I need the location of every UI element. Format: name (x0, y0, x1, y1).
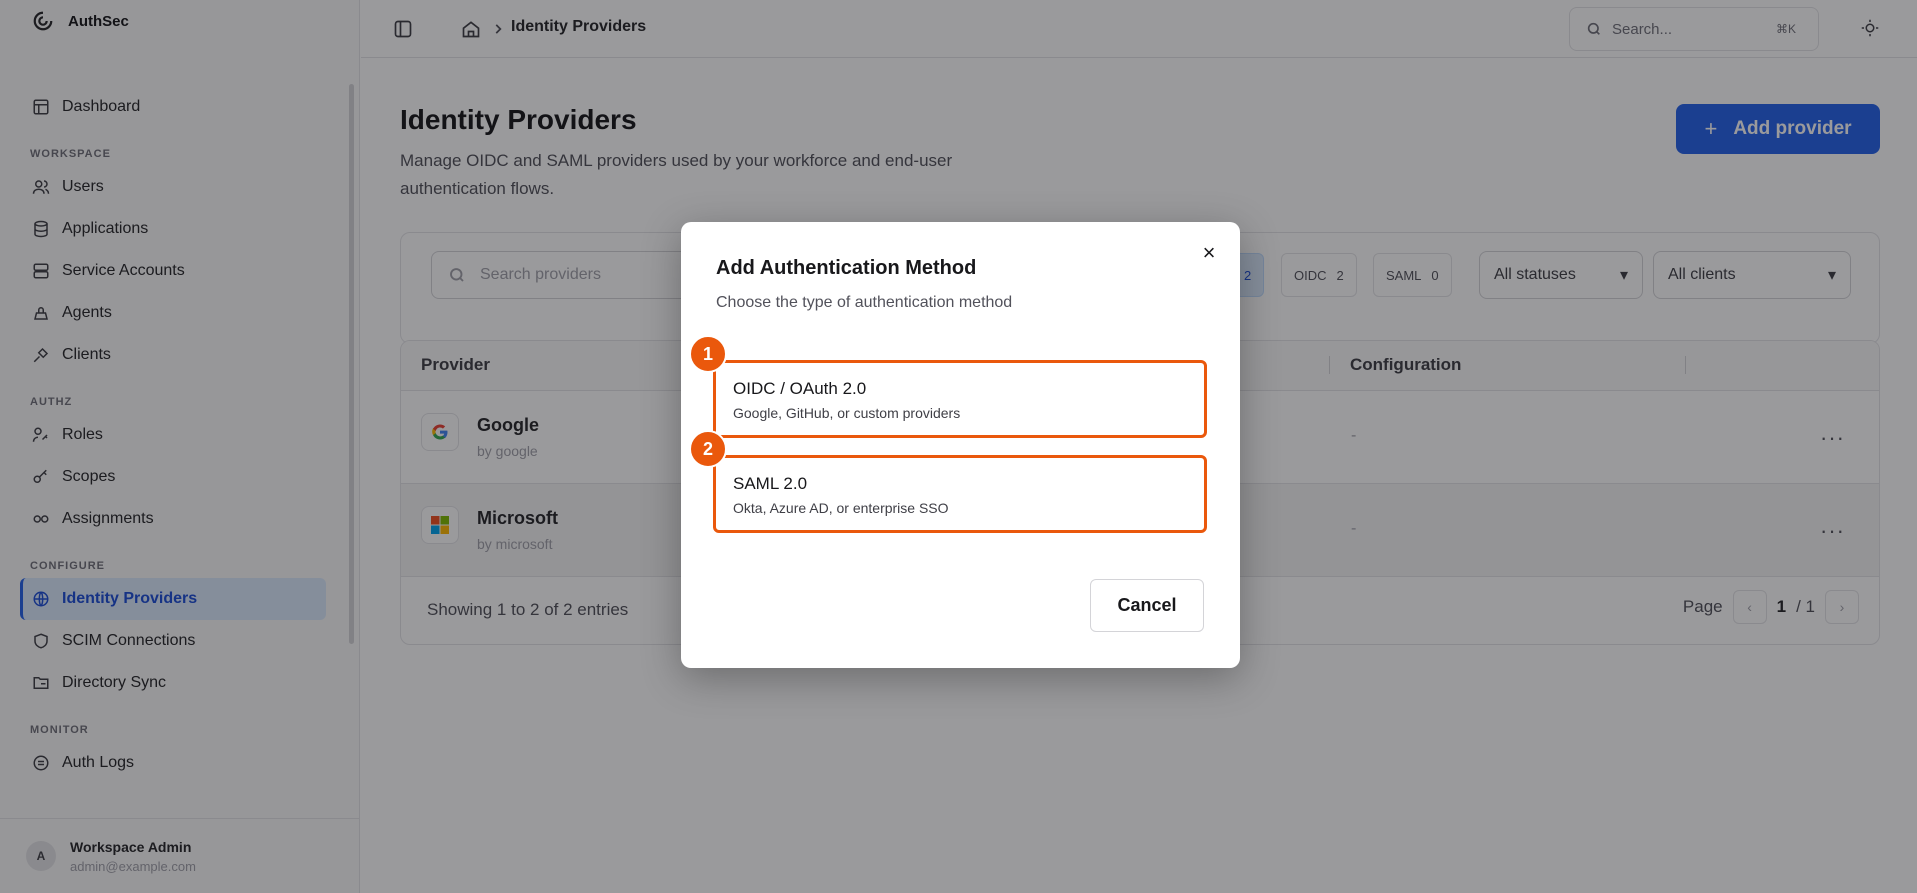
saml-option[interactable]: SAML 2.0 Okta, Azure AD, or enterprise S… (713, 455, 1207, 533)
option-description: Google, GitHub, or custom providers (733, 405, 961, 421)
close-icon[interactable]: × (1196, 240, 1222, 266)
dialog-title: Add Authentication Method (716, 257, 977, 279)
add-auth-method-dialog: × Add Authentication Method Choose the t… (681, 222, 1240, 668)
cancel-button[interactable]: Cancel (1090, 579, 1204, 632)
option-title: OIDC / OAuth 2.0 (733, 379, 867, 398)
option-description: Okta, Azure AD, or enterprise SSO (733, 500, 949, 516)
option-title: SAML 2.0 (733, 474, 808, 493)
oidc-option[interactable]: OIDC / OAuth 2.0 Google, GitHub, or cust… (713, 360, 1207, 438)
dialog-subtitle: Choose the type of authentication method (716, 294, 1013, 311)
step-badge-2: 2 (689, 430, 727, 468)
step-badge-1: 1 (689, 335, 727, 373)
